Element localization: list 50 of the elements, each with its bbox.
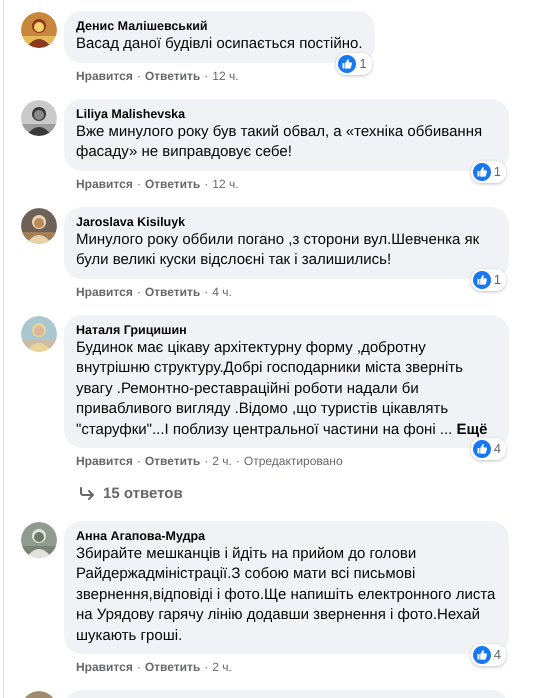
action-link[interactable]: Ответить <box>144 453 200 469</box>
reply-arrow-icon <box>79 487 95 502</box>
comment-text: Васад даної будівлі осипається постійно. <box>76 34 363 54</box>
action-link[interactable]: Нравится <box>76 176 133 192</box>
reaction-count[interactable]: 4 <box>470 644 506 666</box>
action-link[interactable]: Нравится <box>76 68 133 84</box>
separator: · <box>204 453 208 469</box>
action-link[interactable]: Ответить <box>144 659 200 675</box>
action-link[interactable]: Ответить <box>144 176 200 192</box>
timestamp: 2 ч. <box>212 453 232 469</box>
separator: · <box>136 68 141 84</box>
action-link[interactable]: Нравится <box>76 453 133 469</box>
separator: · <box>136 284 141 300</box>
timestamp: 4 ч. <box>212 284 232 300</box>
timestamp: Отредактировано <box>244 453 343 469</box>
comment-text: Будинок має цікаву архітектурну форму ,добротну внутрішню структуру.Добрі господарники міста зверніть увагу .Ремонтно-реставраційні роботи надали би привабливого вигляду .Відомо ,що туристів цікавлять "старуфки"...І поблизу центральної частини на фоні ... Ещё <box>76 338 489 440</box>
like-icon <box>472 440 491 458</box>
timestamp: 12 ч. <box>212 68 239 84</box>
replies-link[interactable]: 15 ответов <box>103 483 183 506</box>
action-link[interactable]: Ответить <box>144 68 200 84</box>
author-link[interactable]: Денис Малішевський <box>76 18 363 34</box>
separator: · <box>236 453 240 469</box>
action-link[interactable]: Нравится <box>76 284 133 300</box>
like-icon <box>338 54 356 72</box>
separator: · <box>204 659 208 675</box>
comment-text: Минулого року оббили погано ,з сторони вул.Шевченка як були великі куски відслоєні так і залишились! <box>76 230 480 270</box>
action-link[interactable]: Ответить <box>144 284 200 300</box>
reaction-count[interactable]: 1 <box>470 268 506 290</box>
action-link[interactable]: Нравится <box>76 659 133 675</box>
author-link[interactable]: Jaroslava Kisiluyk <box>76 214 497 230</box>
like-icon <box>472 270 491 288</box>
see-more-link[interactable]: Ещё <box>456 420 488 438</box>
comment-text: Вже минулого року був такий обвал, а «техніка оббивання фасаду» не виправдовує себе! <box>76 122 484 162</box>
separator: · <box>204 176 208 192</box>
like-icon <box>472 162 491 180</box>
like-icon <box>472 646 491 664</box>
reaction-count[interactable]: 1 <box>470 160 506 182</box>
timestamp: 2 ч. <box>212 659 232 675</box>
separator: · <box>204 68 208 84</box>
comment-text: Збирайте мешканців і йдіть на прийом до голови Райдержадміністрації.З собою мати всі письмові звернення,відповіді і фото.Ще напишіть електронного листа на Урядову гарячу лінію додавши звернення і фото.Нехай шукають гроші. <box>76 544 496 646</box>
author-link[interactable]: Наталя Грицишин <box>76 322 497 338</box>
reaction-count[interactable]: 1 <box>336 52 372 74</box>
separator: · <box>136 176 141 192</box>
separator: · <box>204 284 208 300</box>
author-link[interactable]: Liliya Malishevska <box>76 106 497 122</box>
reaction-count[interactable]: 4 <box>470 438 506 460</box>
separator: · <box>136 453 141 469</box>
separator: · <box>136 659 141 675</box>
timestamp: 12 ч. <box>212 176 239 192</box>
author-link[interactable]: Анна Агапова-Мудра <box>76 528 497 544</box>
